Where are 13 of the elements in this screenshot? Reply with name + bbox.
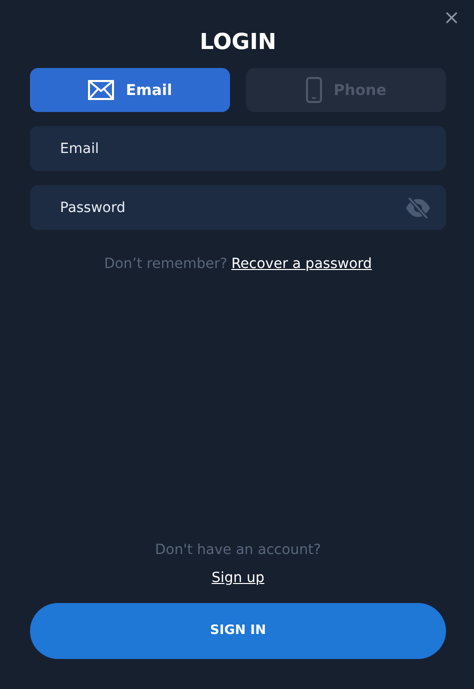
login-title: LOGIN (198, 30, 278, 56)
signup-link[interactable]: Sign up (212, 570, 264, 586)
login-tab[interactable]: Email (30, 68, 230, 112)
recover-link[interactable]: Recover a password (231, 254, 372, 276)
envelope-icon (88, 80, 114, 100)
signup-prompt: Don't have an account? (155, 542, 321, 558)
phone-icon (306, 77, 322, 104)
password-field[interactable]: Password (30, 185, 446, 230)
recover-prompt: Don’t remember? (104, 255, 228, 274)
email-field[interactable]: Email (30, 126, 446, 172)
eye-slash-icon[interactable] (405, 197, 431, 220)
close-button[interactable]: × (439, 2, 464, 32)
sign-in-button[interactable]: SIGN IN (30, 603, 446, 659)
